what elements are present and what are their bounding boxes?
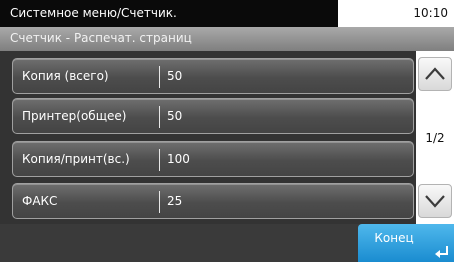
scroll-down-button[interactable] <box>418 184 452 218</box>
clock: 10:10 <box>413 6 448 20</box>
subtitle: Счетчик - Распечат. страниц <box>10 31 192 45</box>
end-button-label: Конец <box>374 231 414 245</box>
separator <box>159 149 160 171</box>
separator <box>159 106 160 128</box>
counter-label: Копия/принт(вс.) <box>22 152 130 166</box>
counter-value: 100 <box>167 152 190 166</box>
end-button[interactable]: Конец <box>358 224 454 262</box>
scroll-up-button[interactable] <box>418 57 452 91</box>
counter-row-copy-total[interactable]: Копия (всего) 50 <box>12 58 414 94</box>
separator <box>159 66 160 88</box>
counter-row-printer-total[interactable]: Принтер(общее) 50 <box>12 98 414 134</box>
enter-icon <box>435 246 448 258</box>
page-title: Системное меню/Счетчик. <box>10 6 177 20</box>
counter-list: Копия (всего) 50 Принтер(общее) 50 Копия… <box>0 51 454 224</box>
chevron-up-icon <box>425 67 445 80</box>
separator <box>159 191 160 213</box>
title-bar: Системное меню/Счетчик. 10:10 <box>0 0 454 27</box>
counter-label: Принтер(общее) <box>22 109 127 123</box>
counter-value: 50 <box>167 69 183 83</box>
title-area: Системное меню/Счетчик. <box>0 0 338 27</box>
subtitle-bar: Счетчик - Распечат. страниц <box>0 27 454 52</box>
chevron-down-icon <box>425 195 445 208</box>
counter-row-fax[interactable]: ФАКС 25 <box>12 183 414 219</box>
pagination-panel: 1/2 <box>416 51 454 224</box>
counter-label: Копия (всего) <box>22 69 109 83</box>
page-indicator: 1/2 <box>425 131 445 145</box>
counter-label: ФАКС <box>22 194 58 208</box>
counter-value: 50 <box>167 109 183 123</box>
counter-value: 25 <box>167 194 183 208</box>
counter-row-copy-print-total[interactable]: Копия/принт(вс.) 100 <box>12 141 414 177</box>
